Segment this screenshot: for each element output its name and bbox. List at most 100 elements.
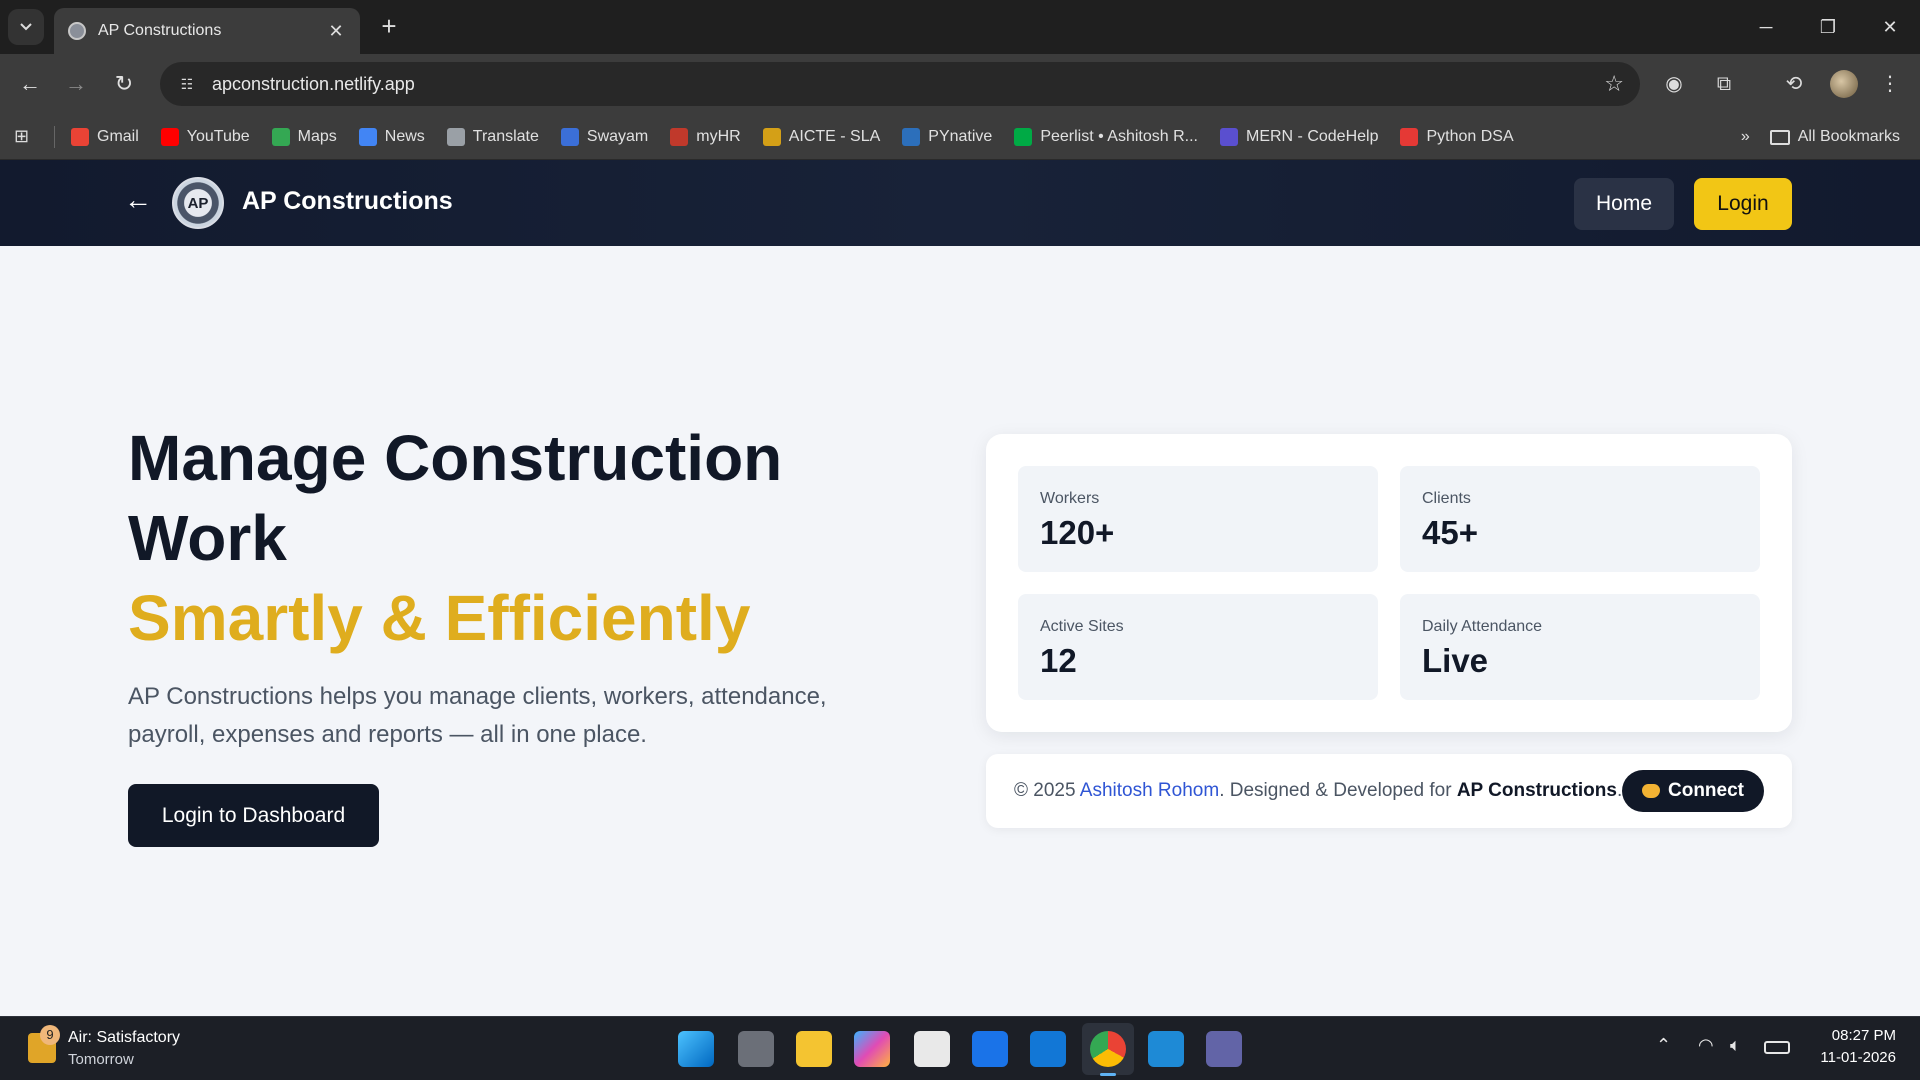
bookmark-item[interactable]: Swayam bbox=[560, 127, 648, 146]
bookmark-favicon-icon bbox=[1220, 127, 1238, 146]
tab-title: AP Constructions bbox=[98, 22, 222, 39]
profile-avatar[interactable] bbox=[1830, 70, 1858, 98]
hero-accent-title: Smartly & Efficiently bbox=[128, 582, 751, 654]
bookmark-label: PYnative bbox=[928, 127, 993, 145]
arrow-left-icon[interactable]: ← bbox=[124, 184, 152, 216]
bookmark-favicon-icon bbox=[1014, 127, 1033, 146]
bookmark-item[interactable]: PYnative bbox=[902, 127, 993, 146]
show-hidden-icons-chevron-icon[interactable]: ⌃ bbox=[1656, 1035, 1671, 1056]
bookmark-star-icon[interactable]: ☆ bbox=[1604, 71, 1624, 97]
all-bookmarks-button[interactable]: All Bookmarks bbox=[1769, 128, 1900, 146]
bookmark-item[interactable]: Peerlist • Ashitosh R... bbox=[1014, 127, 1198, 146]
weather-badge: 9 bbox=[40, 1025, 60, 1045]
bookmark-label: News bbox=[384, 127, 425, 145]
azure-data-studio-icon[interactable] bbox=[972, 1031, 1008, 1067]
logo-text: AP bbox=[187, 194, 209, 212]
tab-search-button[interactable] bbox=[8, 9, 44, 45]
stat-label: Clients bbox=[1422, 490, 1471, 507]
bookmark-label: Peerlist • Ashitosh R... bbox=[1040, 127, 1198, 145]
stat-value: 12 bbox=[1040, 642, 1077, 679]
company-name: AP Constructions bbox=[1456, 780, 1617, 801]
hero-description: AP Constructions helps you manage client… bbox=[128, 683, 827, 748]
bookmark-item[interactable]: myHR bbox=[670, 127, 741, 146]
address-bar[interactable]: ☷ apconstruction.netlify.app ☆ bbox=[160, 62, 1640, 106]
bookmark-item[interactable]: MERN - CodeHelp bbox=[1220, 127, 1378, 146]
bookmark-label: myHR bbox=[696, 127, 741, 145]
clock-time[interactable]: 08:27 PM bbox=[1826, 1027, 1896, 1044]
bookmarks-divider bbox=[54, 125, 55, 148]
stat-label: Daily Attendance bbox=[1422, 618, 1543, 635]
apps-grid-icon[interactable]: ⊞ bbox=[14, 126, 38, 147]
connect-button[interactable]: Connect bbox=[1622, 770, 1764, 812]
stat-workers: Workers 120+ bbox=[1018, 466, 1378, 572]
new-tab-button[interactable]: + bbox=[374, 12, 404, 42]
menu-kebab-icon[interactable]: ⋮ bbox=[1876, 70, 1904, 98]
bookmark-label: Python DSA bbox=[1426, 127, 1514, 145]
bookmark-favicon-icon bbox=[560, 127, 579, 146]
bookmarks-right: » All Bookmarks bbox=[1741, 114, 1900, 160]
app-header: ← AP AP Constructions Home Login bbox=[0, 160, 1920, 246]
file-explorer-icon[interactable] bbox=[796, 1031, 832, 1067]
stat-active-sites: Active Sites 12 bbox=[1018, 594, 1378, 700]
chrome-icon[interactable] bbox=[1090, 1031, 1126, 1067]
url-text[interactable]: apconstruction.netlify.app bbox=[212, 74, 1604, 95]
forward-button[interactable]: → bbox=[60, 68, 92, 100]
battery-icon[interactable] bbox=[1764, 1041, 1790, 1054]
bookmarks-bar: ⊞ Gmail YouTube Maps News Translate Swayam myH… bbox=[0, 114, 1920, 160]
footer-card: © 2025 Ashitosh Rohom. Designed & Develo… bbox=[986, 754, 1792, 828]
copilot-icon[interactable] bbox=[854, 1031, 890, 1067]
bookmark-favicon-icon bbox=[446, 127, 465, 146]
bookmark-favicon-icon bbox=[902, 127, 921, 146]
stat-label: Active Sites bbox=[1040, 618, 1124, 635]
author-link[interactable]: Ashitosh Rohom bbox=[1080, 780, 1219, 801]
microsoft-store-icon[interactable] bbox=[914, 1031, 950, 1067]
bookmark-favicon-icon bbox=[160, 127, 179, 146]
teams-icon[interactable] bbox=[1206, 1031, 1242, 1067]
extension-avatar-icon[interactable]: ◉ bbox=[1660, 70, 1688, 98]
login-button[interactable]: Login bbox=[1694, 178, 1792, 230]
stat-clients: Clients 45+ bbox=[1400, 466, 1760, 572]
bookmark-item[interactable]: AICTE - SLA bbox=[762, 127, 880, 146]
site-settings-icon[interactable]: ☷ bbox=[176, 73, 198, 95]
bookmark-favicon-icon bbox=[271, 127, 290, 146]
performance-icon[interactable]: ⟲ bbox=[1780, 70, 1808, 98]
home-button[interactable]: Home bbox=[1574, 178, 1674, 230]
start-windows-icon[interactable] bbox=[678, 1031, 714, 1067]
minimize-window-button[interactable]: ─ bbox=[1746, 10, 1786, 44]
bookmark-list: Gmail YouTube Maps News Translate Swayam myHR A… bbox=[71, 127, 1536, 146]
all-bookmarks-label: All Bookmarks bbox=[1797, 128, 1900, 145]
bookmark-item[interactable]: YouTube bbox=[160, 127, 250, 146]
windows-taskbar: 9 Air: Satisfactory Tomorrow ⌃ ◠ 🔈︎ 08:2… bbox=[0, 1016, 1920, 1080]
copyright-prefix: © 2025 bbox=[1014, 780, 1080, 801]
weather-title[interactable]: Air: Satisfactory bbox=[68, 1029, 180, 1047]
bookmark-item[interactable]: News bbox=[358, 127, 425, 146]
bookmark-favicon-icon bbox=[762, 127, 781, 146]
hero-title: Manage Construction Work bbox=[128, 422, 783, 574]
wifi-icon[interactable]: ◠ bbox=[1698, 1035, 1714, 1056]
bookmark-label: YouTube bbox=[186, 127, 250, 145]
bookmark-item[interactable]: Python DSA bbox=[1400, 127, 1514, 146]
bookmark-favicon-icon bbox=[71, 127, 89, 146]
login-to-dashboard-button[interactable]: Login to Dashboard bbox=[128, 784, 379, 847]
more-bookmarks-icon[interactable]: » bbox=[1741, 128, 1750, 146]
browser-tab[interactable]: AP Constructions ✕ bbox=[54, 8, 360, 54]
restore-window-button[interactable]: ❐ bbox=[1808, 10, 1848, 44]
close-tab-icon[interactable]: ✕ bbox=[326, 21, 346, 42]
vscode-icon[interactable] bbox=[1148, 1031, 1184, 1067]
task-view-icon[interactable] bbox=[738, 1031, 774, 1067]
bookmark-item[interactable]: Gmail bbox=[71, 127, 139, 146]
volume-icon[interactable]: 🔈︎ bbox=[1730, 1035, 1741, 1056]
reload-button[interactable]: ↻ bbox=[108, 68, 140, 100]
outlook-icon[interactable] bbox=[1030, 1031, 1066, 1067]
close-window-button[interactable]: ✕ bbox=[1870, 10, 1910, 44]
active-indicator bbox=[1100, 1073, 1116, 1076]
bookmark-item[interactable]: Translate bbox=[446, 127, 539, 146]
bookmark-favicon-icon bbox=[1400, 127, 1419, 146]
bookmark-label: Translate bbox=[472, 127, 539, 145]
bookmark-item[interactable]: Maps bbox=[271, 127, 337, 146]
back-button[interactable]: ← bbox=[14, 68, 46, 100]
stat-value: Live bbox=[1422, 642, 1489, 679]
clock-date[interactable]: 11-01-2026 bbox=[1810, 1049, 1896, 1066]
bookmark-label: Gmail bbox=[97, 127, 139, 145]
extensions-puzzle-icon[interactable]: ⧉ bbox=[1710, 70, 1738, 98]
